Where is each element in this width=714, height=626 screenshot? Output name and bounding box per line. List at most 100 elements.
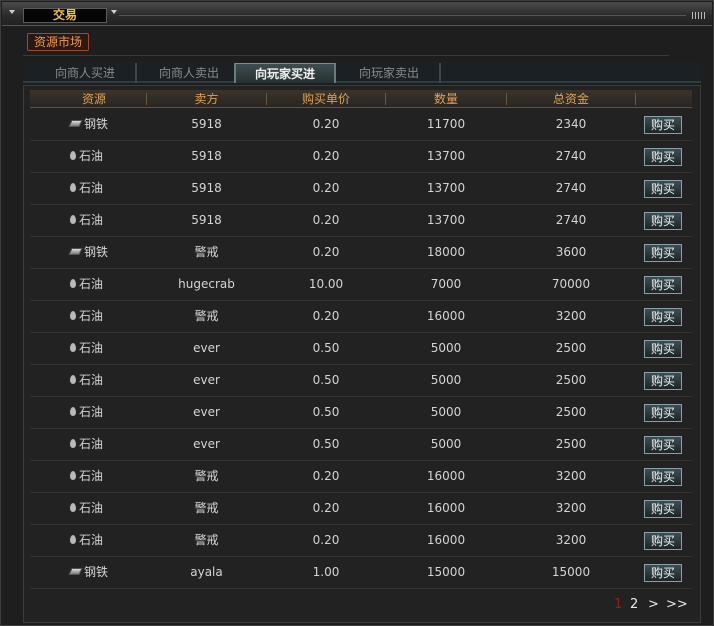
- divider: [23, 55, 669, 56]
- page-2[interactable]: 2: [630, 596, 638, 614]
- total-cell: 2740: [555, 213, 587, 227]
- tab-sell-to-player[interactable]: 向玩家卖出: [339, 63, 441, 83]
- resource-label: 石油: [79, 309, 104, 323]
- resource-cell: 石油: [70, 173, 140, 204]
- next-page-button[interactable]: >: [648, 596, 659, 614]
- seller-cell: ayala: [190, 565, 223, 579]
- tab-sell-to-merchant[interactable]: 向商人卖出: [139, 63, 241, 83]
- resource-cell: 石油: [70, 493, 140, 524]
- resource-cell: 石油: [70, 397, 140, 428]
- price-cell: 0.50: [312, 373, 340, 387]
- resource-label: 石油: [79, 373, 104, 387]
- title-bar[interactable]: 交易: [2, 2, 712, 26]
- oil-drop-icon: [70, 215, 76, 224]
- col-header-resource[interactable]: 资源: [44, 90, 144, 108]
- price-cell: 10.00: [308, 277, 344, 291]
- quantity-cell: 5000: [430, 373, 462, 387]
- quantity-cell: 16000: [426, 501, 466, 515]
- resource-label: 钢铁: [84, 565, 109, 579]
- price-cell: 0.50: [312, 341, 340, 355]
- resource-cell: 石油: [70, 141, 140, 172]
- quantity-cell: 15000: [426, 565, 466, 579]
- quantity-cell: 13700: [426, 149, 466, 163]
- total-cell: 2500: [555, 341, 587, 355]
- steel-icon: [68, 248, 83, 255]
- buy-button[interactable]: 购买: [644, 340, 682, 358]
- window-title: 交易: [23, 8, 107, 23]
- col-header-total[interactable]: 总资金: [507, 90, 635, 108]
- buy-button[interactable]: 购买: [644, 404, 682, 422]
- table-row: 石油 警戒 0.20 16000 3200 购买: [30, 461, 692, 493]
- quantity-cell: 5000: [430, 437, 462, 451]
- price-cell: 0.20: [312, 469, 340, 483]
- buy-button[interactable]: 购买: [644, 244, 682, 262]
- resource-cell: 石油: [70, 333, 140, 364]
- buy-button[interactable]: 购买: [644, 276, 682, 294]
- resource-label: 石油: [79, 501, 104, 515]
- buy-button[interactable]: 购买: [644, 564, 682, 582]
- oil-drop-icon: [70, 375, 76, 384]
- oil-drop-icon: [70, 471, 76, 480]
- resource-label: 石油: [79, 469, 104, 483]
- resource-cell: 钢铁: [68, 109, 140, 140]
- oil-drop-icon: [70, 279, 76, 288]
- col-header-seller[interactable]: 卖方: [147, 90, 266, 108]
- menu-arrow-icon[interactable]: [9, 10, 15, 14]
- buy-button[interactable]: 购买: [644, 436, 682, 454]
- buy-button[interactable]: 购买: [644, 468, 682, 486]
- quantity-cell: 18000: [426, 245, 466, 259]
- resource-market-button[interactable]: 资源市场: [27, 33, 89, 51]
- dropdown-arrow-icon[interactable]: [111, 10, 117, 14]
- seller-cell: ever: [193, 437, 220, 451]
- seller-cell: ever: [193, 405, 220, 419]
- oil-drop-icon: [70, 343, 76, 352]
- buy-button[interactable]: 购买: [644, 372, 682, 390]
- total-cell: 3200: [555, 469, 587, 483]
- seller-cell: 5918: [191, 117, 222, 131]
- buy-button[interactable]: 购买: [644, 500, 682, 518]
- resource-cell: 钢铁: [68, 237, 140, 268]
- col-header-quantity[interactable]: 数量: [386, 90, 506, 108]
- steel-icon: [68, 120, 83, 127]
- tab-bar: 向商人买进 向商人卖出 向玩家买进 向玩家卖出: [23, 61, 701, 83]
- oil-drop-icon: [70, 311, 76, 320]
- buy-button[interactable]: 购买: [644, 532, 682, 550]
- quantity-cell: 16000: [426, 533, 466, 547]
- buy-button[interactable]: 购买: [644, 212, 682, 230]
- total-cell: 3200: [555, 501, 587, 515]
- col-header-price[interactable]: 购买单价: [267, 90, 385, 108]
- quantity-cell: 16000: [426, 469, 466, 483]
- drag-grip-icon[interactable]: [692, 12, 706, 19]
- table-header: 资源 卖方 购买单价 数量 总资金: [30, 90, 692, 108]
- table-row: 钢铁 ayala 1.00 15000 15000 购买: [30, 557, 692, 589]
- price-cell: 0.20: [312, 117, 340, 131]
- price-cell: 0.50: [312, 405, 340, 419]
- resource-label: 钢铁: [84, 245, 109, 259]
- buy-button[interactable]: 购买: [644, 116, 682, 134]
- buy-button[interactable]: 购买: [644, 308, 682, 326]
- buy-button[interactable]: 购买: [644, 148, 682, 166]
- price-cell: 0.20: [312, 181, 340, 195]
- quantity-cell: 5000: [430, 405, 462, 419]
- last-page-button[interactable]: >>: [666, 596, 688, 614]
- quantity-cell: 16000: [426, 309, 466, 323]
- quantity-cell: 5000: [430, 341, 462, 355]
- total-cell: 2740: [555, 149, 587, 163]
- page-1[interactable]: 1: [614, 596, 622, 614]
- tab-buy-from-merchant[interactable]: 向商人买进: [35, 63, 137, 83]
- seller-cell: 警戒: [194, 469, 219, 483]
- total-cell: 2740: [555, 181, 587, 195]
- quantity-cell: 13700: [426, 213, 466, 227]
- price-cell: 0.20: [312, 149, 340, 163]
- quantity-cell: 11700: [426, 117, 466, 131]
- header-separator: [635, 93, 636, 105]
- buy-button[interactable]: 购买: [644, 180, 682, 198]
- table-row: 石油 ever 0.50 5000 2500 购买: [30, 397, 692, 429]
- resource-label: 石油: [79, 213, 104, 227]
- price-cell: 0.50: [312, 437, 340, 451]
- oil-drop-icon: [70, 503, 76, 512]
- tab-buy-from-player[interactable]: 向玩家买进: [234, 63, 336, 83]
- table-row: 石油 5918 0.20 13700 2740 购买: [30, 173, 692, 205]
- resource-label: 石油: [79, 277, 104, 291]
- price-cell: 1.00: [312, 565, 340, 579]
